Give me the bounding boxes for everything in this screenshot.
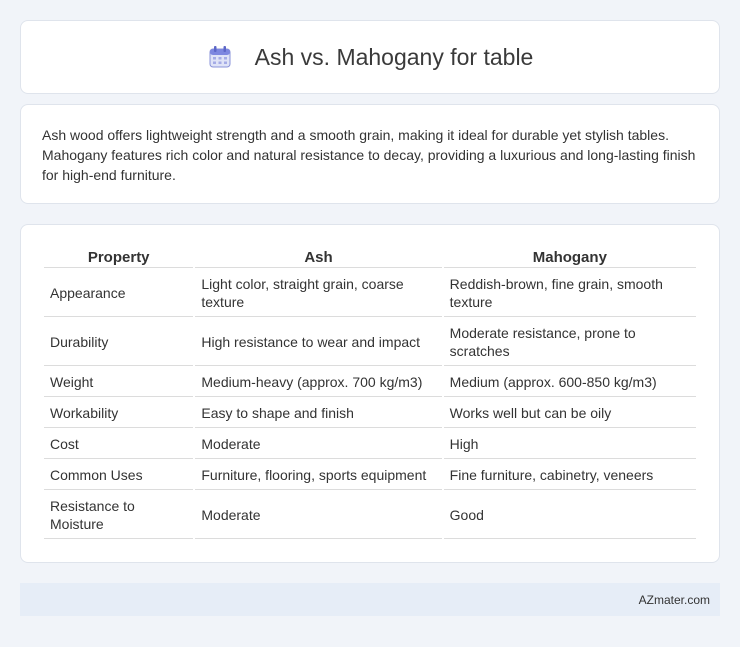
property-cell: Cost (44, 430, 194, 459)
table-row: Resistance to Moisture Moderate Good (44, 492, 696, 539)
property-cell: Workability (44, 399, 194, 428)
footer: AZmater.com (20, 583, 720, 616)
intro-card: Ash wood offers lightweight strength and… (20, 104, 720, 204)
property-cell: Appearance (44, 270, 194, 317)
page-title: Ash vs. Mahogany for table (254, 43, 534, 70)
ash-cell: Moderate (195, 430, 442, 459)
footer-site-link[interactable]: AZmater.com (639, 593, 710, 607)
title-wrap: Ash vs. Mahogany for table (207, 43, 534, 71)
ash-cell: Easy to shape and finish (195, 399, 442, 428)
intro-paragraph: Ash wood offers lightweight strength and… (42, 127, 696, 183)
title-card: Ash vs. Mahogany for table (20, 20, 720, 94)
table-row: Workability Easy to shape and finish Wor… (44, 399, 696, 428)
header-property: Property (44, 247, 194, 268)
calendar-icon (207, 44, 233, 70)
mahogany-cell: Good (443, 492, 696, 539)
property-cell: Durability (44, 319, 194, 366)
ash-cell: Light color, straight grain, coarse text… (195, 270, 442, 317)
table-card: Property Ash Mahogany Appearance Light c… (20, 224, 720, 563)
property-cell: Resistance to Moisture (44, 492, 194, 539)
table-row: Common Uses Furniture, flooring, sports … (44, 461, 696, 490)
table-row: Weight Medium-heavy (approx. 700 kg/m3) … (44, 368, 696, 397)
mahogany-cell: Medium (approx. 600-850 kg/m3) (443, 368, 696, 397)
mahogany-cell: High (443, 430, 696, 459)
header-mahogany: Mahogany (443, 247, 696, 268)
mahogany-cell: Reddish-brown, fine grain, smooth textur… (443, 270, 696, 317)
table-row: Durability High resistance to wear and i… (44, 319, 696, 366)
table-row: Cost Moderate High (44, 430, 696, 459)
header-ash: Ash (195, 247, 442, 268)
ash-cell: Moderate (195, 492, 442, 539)
property-cell: Common Uses (44, 461, 194, 490)
ash-cell: High resistance to wear and impact (195, 319, 442, 366)
mahogany-cell: Moderate resistance, prone to scratches (443, 319, 696, 366)
property-cell: Weight (44, 368, 194, 397)
ash-cell: Medium-heavy (approx. 700 kg/m3) (195, 368, 442, 397)
comparison-table: Property Ash Mahogany Appearance Light c… (42, 245, 698, 541)
mahogany-cell: Works well but can be oily (443, 399, 696, 428)
mahogany-cell: Fine furniture, cabinetry, veneers (443, 461, 696, 490)
table-row: Appearance Light color, straight grain, … (44, 270, 696, 317)
table-header-row: Property Ash Mahogany (44, 247, 696, 268)
ash-cell: Furniture, flooring, sports equipment (195, 461, 442, 490)
